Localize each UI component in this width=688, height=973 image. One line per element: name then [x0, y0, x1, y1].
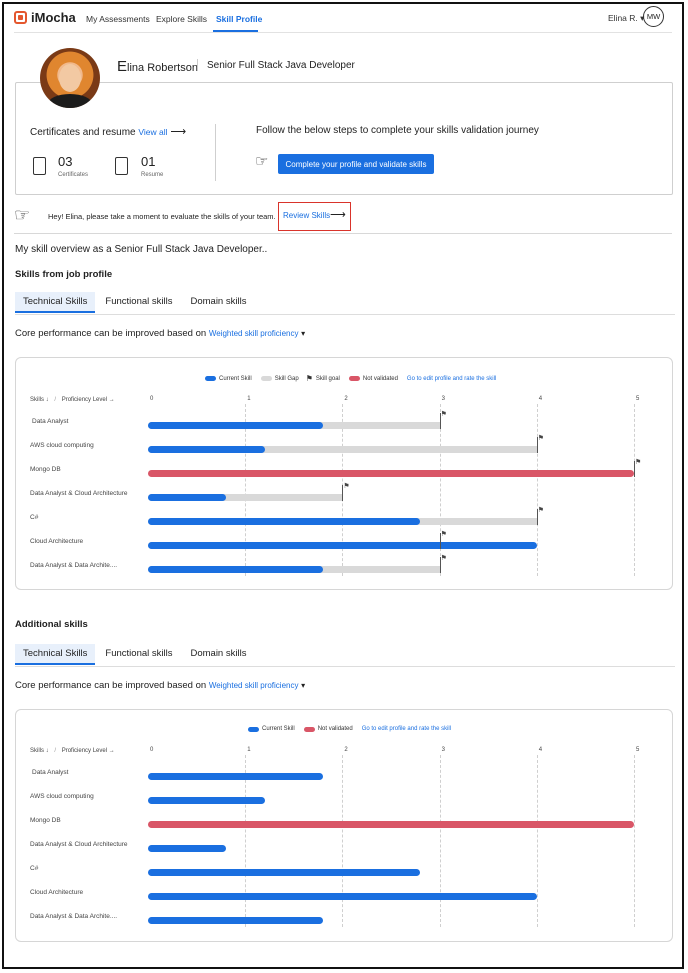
gridline	[342, 755, 344, 927]
x-tick-label: 0	[150, 747, 154, 753]
x-tick-label: 1	[247, 747, 251, 753]
skill-label: C#	[30, 865, 39, 872]
current-skill-bar	[148, 869, 421, 876]
current-skill-bar	[148, 893, 537, 900]
current-skill-bar	[148, 797, 265, 804]
x-tick-label: 3	[441, 747, 445, 753]
skill-label: AWS cloud computing	[30, 793, 94, 800]
current-skill-bar	[148, 773, 323, 780]
x-tick-label: 2	[344, 747, 348, 753]
skill-label: Mongo DB	[30, 817, 61, 824]
x-tick-label: 5	[636, 747, 640, 753]
additional-skill-chart: 0 1 2 3 4 5 Data Analyst AWS cloud computing Mon…	[0, 0, 688, 973]
current-skill-bar	[148, 917, 323, 924]
not-validated-bar	[148, 821, 634, 828]
gridline	[245, 755, 247, 927]
skill-label: Data Analyst	[32, 769, 69, 776]
gridline	[439, 755, 441, 927]
x-tick-label: 4	[538, 747, 543, 753]
skill-label: Cloud Architecture	[30, 889, 84, 896]
skill-label: Data Analyst & Cloud Architecture	[30, 841, 128, 848]
gridline	[536, 755, 538, 927]
skill-label: Data Analyst & Data Archite....	[30, 913, 118, 920]
gridline	[634, 755, 635, 927]
current-skill-bar	[148, 845, 226, 852]
